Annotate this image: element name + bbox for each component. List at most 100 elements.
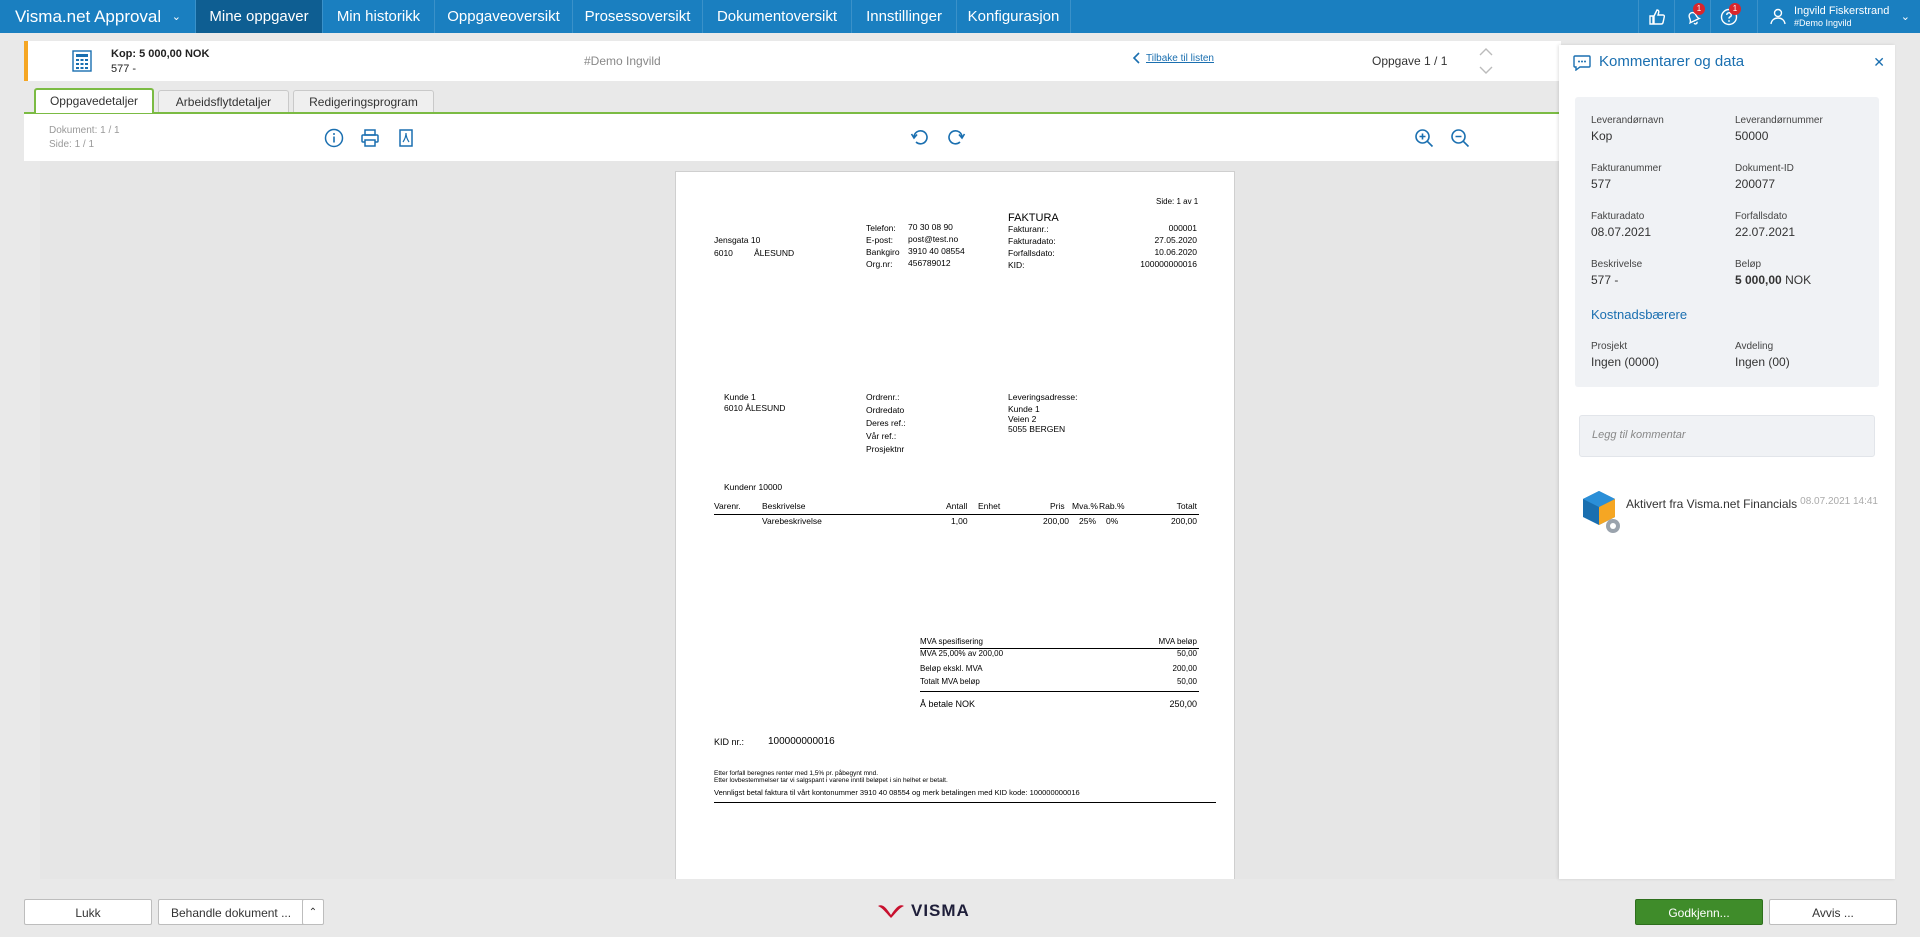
document-viewer[interactable]: Side: 1 av 1 FAKTURA Jensgata 10 6010 ÅL…	[40, 161, 1561, 879]
nav-tab-konfigurasjon[interactable]: Konfigurasjon	[956, 0, 1071, 33]
vat-row-value: 50,00	[1176, 649, 1197, 658]
approve-button[interactable]: Godkjenn...	[1635, 899, 1763, 925]
field-value: Ingen (00)	[1735, 355, 1790, 369]
customer-city: 6010 ÅLESUND	[724, 403, 786, 413]
tab-redigeringsprogram[interactable]: Redigeringsprogram	[293, 90, 434, 113]
nav-tab-mine-oppgaver[interactable]: Mine oppgaver	[195, 0, 322, 33]
chevron-left-icon	[1132, 52, 1140, 64]
line-description: Varebeskrivelse	[762, 516, 822, 526]
zoom-in-icon[interactable]	[1414, 128, 1434, 148]
close-button[interactable]: Lukk	[24, 899, 152, 925]
delivery-line: Kunde 1	[1008, 404, 1040, 414]
vat-row-label: Totalt MVA beløp	[920, 677, 980, 686]
kid-value: 100000000016	[768, 736, 835, 747]
chevron-down-icon: ⌄	[171, 11, 181, 23]
customer-name: Kunde 1	[724, 392, 756, 402]
pdf-icon[interactable]	[396, 128, 416, 148]
line-vat: 25%	[1079, 516, 1097, 526]
task-header: Kop: 5 000,00 NOK 577 - #Demo Ingvild Ti…	[24, 41, 1561, 81]
visma-logo-icon	[878, 905, 904, 918]
document-toolbar: Dokument: 1 / 1 Side: 1 / 1	[24, 114, 1561, 161]
app-brand-menu[interactable]: Visma.net Approval ⌄	[0, 0, 195, 33]
field-label: Leverandørnavn	[1591, 115, 1664, 126]
chevron-up-icon: ⌃	[308, 907, 318, 918]
task-prev-next-arrows[interactable]	[1477, 45, 1495, 77]
column-header: Varenr.	[714, 501, 741, 511]
handle-dropdown-button[interactable]: ⌃	[302, 899, 324, 925]
back-to-list-link[interactable]: Tilbake til listen	[1132, 52, 1214, 64]
reject-button[interactable]: Avvis ...	[1769, 899, 1897, 925]
page-count: Side: 1 / 1	[49, 139, 95, 150]
task-company-tag: #Demo Ingvild	[584, 54, 661, 68]
invoice-heading: FAKTURA	[1008, 212, 1059, 224]
contact-value: post@test.no	[908, 234, 959, 244]
cost-carriers-heading: Kostnadsbærere	[1591, 307, 1688, 322]
field-value: 22.07.2021	[1735, 225, 1796, 239]
comment-icon	[1573, 55, 1591, 71]
column-header: Antall	[946, 501, 968, 511]
thumbs-up-icon[interactable]	[1638, 0, 1674, 33]
nav-tab-innstillinger[interactable]: Innstillinger	[851, 0, 956, 33]
nav-tab-prosessoversikt[interactable]: Prosessoversikt	[572, 0, 702, 33]
notifications-bell-button[interactable]: 1	[1674, 0, 1710, 33]
contact-label: Bankgiro	[866, 247, 900, 257]
footer-payment: Vennligst betal faktura til vårt kontonu…	[714, 788, 1080, 797]
delivery-line: Veien 2	[1008, 414, 1037, 424]
field-label: Beskrivelse	[1591, 259, 1643, 270]
field-value: 08.07.2021	[1591, 225, 1652, 239]
handle-document-button[interactable]: Behandle dokument ...	[158, 899, 306, 925]
order-label: Ordredato	[866, 405, 905, 415]
invoice-label: Fakturadato:	[1008, 236, 1056, 246]
help-button[interactable]: 1	[1710, 0, 1746, 33]
contact-label: E-post:	[866, 235, 893, 245]
invoice-page: Side: 1 av 1 FAKTURA Jensgata 10 6010 ÅL…	[675, 171, 1235, 879]
user-menu[interactable]: Ingvild Fiskerstrand #Demo Ingvild ⌄	[1757, 0, 1920, 33]
line-quantity: 1,00	[951, 516, 968, 526]
amount-number: 5 000,00	[1735, 273, 1782, 287]
amount-value: 5 000,00 NOK	[1735, 273, 1811, 287]
field-label: Fakturanummer	[1591, 163, 1662, 174]
column-header: Enhet	[978, 501, 1001, 511]
invoice-value: 27.05.2020	[1154, 235, 1197, 245]
task-subtitle: 577 -	[111, 63, 137, 75]
field-value: 200077	[1735, 177, 1776, 191]
tab-arbeidsflytdetaljer[interactable]: Arbeidsflytdetaljer	[158, 90, 289, 113]
field-label: Dokument-ID	[1735, 163, 1794, 174]
nav-tab-oppgaveoversikt[interactable]: Oppgaveoversikt	[434, 0, 572, 33]
nav-tab-dokumentoversikt[interactable]: Dokumentoversikt	[702, 0, 851, 33]
order-label: Deres ref.:	[866, 418, 906, 428]
footer-terms: Etter lovbestemmelser tar vi salgspant i…	[714, 777, 948, 784]
activity-text: Aktivert fra Visma.net Financials	[1626, 497, 1798, 511]
rotate-left-icon[interactable]	[910, 128, 930, 148]
info-icon[interactable]	[324, 128, 344, 148]
print-icon[interactable]	[360, 128, 380, 148]
vat-row-label: MVA 25,00% av 200,00	[920, 649, 1004, 658]
vat-row-value: 50,00	[1176, 677, 1197, 686]
field-label: Avdeling	[1735, 341, 1774, 352]
line-total: 200,00	[1171, 516, 1197, 526]
field-label: Leverandørnummer	[1735, 115, 1823, 126]
line-price: 200,00	[1043, 516, 1069, 526]
vat-amount-label: MVA beløp	[1158, 637, 1197, 646]
contact-value: 70 30 08 90	[908, 222, 953, 232]
nav-tab-min-historikk[interactable]: Min historikk	[322, 0, 434, 33]
field-value: 50000	[1735, 129, 1769, 143]
close-icon[interactable]: ✕	[1873, 54, 1885, 71]
document-count: Dokument: 1 / 1	[49, 125, 120, 136]
document-tabs: Oppgavedetaljer Arbeidsflytdetaljer Redi…	[24, 87, 1561, 114]
zoom-out-icon[interactable]	[1450, 128, 1470, 148]
rotate-right-icon[interactable]	[946, 128, 966, 148]
invoice-label: Fakturanr.:	[1008, 224, 1049, 234]
visma-logo-text: VISMA	[911, 901, 970, 920]
comment-input[interactable]: Legg til kommentar	[1579, 415, 1875, 457]
app-brand: Visma.net Approval	[15, 7, 162, 26]
vat-row-label: Beløp ekskl. MVA	[920, 664, 983, 673]
tab-oppgavedetaljer[interactable]: Oppgavedetaljer	[34, 88, 154, 113]
task-title: Kop: 5 000,00 NOK	[111, 48, 210, 60]
footer-terms: Etter forfall beregnes renter med 1,5% p…	[714, 770, 879, 777]
visma-logo: VISMA	[877, 901, 970, 921]
amount-currency: NOK	[1785, 273, 1812, 287]
invoice-data-card: Leverandørnavn Kop Leverandørnummer 5000…	[1575, 97, 1879, 387]
kid-label: KID nr.:	[714, 737, 745, 747]
invoice-page-of: Side: 1 av 1	[1156, 197, 1199, 206]
